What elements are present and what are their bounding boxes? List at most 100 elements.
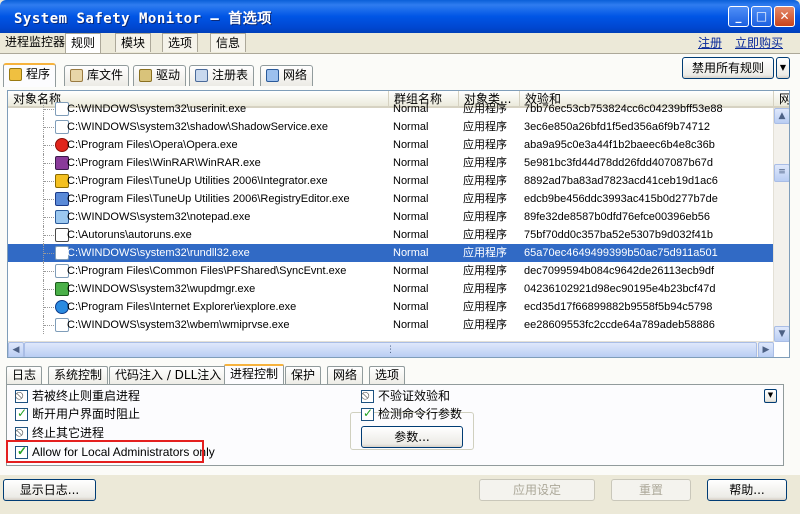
row-group: Normal — [393, 229, 429, 241]
column-network[interactable]: 网 — [774, 91, 789, 108]
tab-process-control[interactable]: 进程控制 — [224, 364, 285, 386]
tree-branch — [44, 271, 54, 272]
show-log-button[interactable]: 显示日志... — [3, 479, 96, 501]
table-row[interactable]: C:\WINDOWS\system32\notepad.exe Normal 应用程… — [8, 208, 774, 226]
tree-branch — [44, 253, 54, 254]
network-icon — [266, 69, 279, 82]
row-path: C:\WINDOWS\system32\rundll32.exe — [67, 247, 250, 259]
table-row[interactable]: C:\Program Files\Common Files\PFShared\S… — [8, 262, 774, 280]
tree-branch — [44, 181, 54, 182]
tab-code-injection[interactable]: 代码注入 / DLL注入 — [109, 366, 228, 385]
row-path: C:\Program Files\Internet Explorer\iexpl… — [67, 301, 297, 313]
row-group: Normal — [393, 121, 429, 133]
horizontal-scrollbar[interactable]: ◀ ⋮ ▶ — [8, 341, 774, 357]
checked-checkbox[interactable] — [361, 406, 374, 421]
tree-branch — [44, 325, 54, 326]
tab-rules[interactable]: 规则 — [65, 33, 102, 54]
row-path: C:\WINDOWS\system32\userinit.exe — [67, 103, 247, 115]
reset-button[interactable]: 重置 — [611, 479, 691, 501]
row-group: Normal — [393, 283, 429, 295]
table-row[interactable]: C:\Autoruns\autoruns.exe Normal 应用程序 75bf70… — [8, 226, 774, 244]
program-icon — [9, 68, 22, 81]
row-path: C:\WINDOWS\system32\wupdmgr.exe — [67, 283, 256, 295]
rules-list[interactable]: 对象名称 群组名称 对象类... 效验和 网 C:\WINDOWS\system… — [7, 90, 790, 358]
subtab-drivers[interactable]: 驱动 — [133, 65, 187, 86]
subtab-network[interactable]: 网络 — [260, 65, 314, 86]
buy-now-link[interactable]: 立即购买 — [735, 34, 783, 51]
scroll-thumb[interactable]: ≡ — [774, 164, 789, 182]
tab-log[interactable]: 日志 — [6, 366, 43, 385]
tree-branch — [44, 235, 54, 236]
tab-system-control[interactable]: 系统控制 — [48, 366, 109, 385]
tab-options[interactable]: 选项 — [162, 33, 199, 52]
option-label: 若被终止则重启进程 — [32, 389, 141, 403]
tree-branch — [44, 127, 54, 128]
scroll-left-button[interactable]: ◀ — [8, 342, 24, 357]
vertical-scrollbar[interactable]: ▲ ≡ ▼ — [773, 108, 789, 342]
scroll-down-button[interactable]: ▼ — [774, 326, 789, 342]
subtab-programs[interactable]: 程序 — [3, 63, 57, 87]
table-row[interactable]: C:\WINDOWS\system32\wbem\wmiprvse.exe Nor… — [8, 316, 774, 334]
option-label: 断开用户界面时阻止 — [32, 407, 141, 421]
scroll-right-button[interactable]: ▶ — [758, 342, 774, 357]
tree-branch — [44, 289, 54, 290]
parameters-button[interactable]: 参数... — [361, 426, 463, 448]
disable-all-rules-button[interactable]: 禁用所有规则 — [682, 57, 774, 79]
table-row[interactable]: C:\Program Files\Opera\Opera.exe Normal 应用… — [8, 136, 774, 154]
table-row[interactable]: C:\Program Files\TuneUp Utilities 2006\R… — [8, 190, 774, 208]
panel-dropdown-button[interactable]: ▼ — [764, 389, 777, 403]
tab-network[interactable]: 网络 — [327, 366, 364, 385]
row-path: C:\Autoruns\autoruns.exe — [67, 229, 192, 241]
tab-info[interactable]: 信息 — [210, 33, 247, 52]
row-type: 应用程序 — [463, 318, 507, 331]
row-type: 应用程序 — [463, 120, 507, 133]
tree-branch — [44, 217, 54, 218]
hscroll-thumb[interactable]: ⋮ — [24, 342, 757, 357]
row-type: 应用程序 — [463, 102, 507, 115]
indeterminate-checkbox[interactable] — [15, 425, 28, 440]
row-type: 应用程序 — [463, 156, 507, 169]
scroll-up-button[interactable]: ▲ — [774, 108, 789, 124]
tab-protection[interactable]: 保护 — [285, 366, 322, 385]
row-type: 应用程序 — [463, 192, 507, 205]
tree-branch — [44, 307, 54, 308]
table-row[interactable]: C:\WINDOWS\system32\rundll32.exe Normal 应用… — [8, 244, 774, 262]
option-no-checksum[interactable]: 不验证效验和 — [361, 388, 450, 405]
tab-modules[interactable]: 模块 — [115, 33, 152, 52]
table-row[interactable]: C:\WINDOWS\system32\userinit.exe Normal 应用… — [8, 100, 774, 118]
table-row[interactable]: C:\WINDOWS\system32\shadow\ShadowService… — [8, 118, 774, 136]
registry-icon — [195, 69, 208, 82]
table-row[interactable]: C:\WINDOWS\system32\wupdmgr.exe Normal 应用程… — [8, 280, 774, 298]
subtab-libraries[interactable]: 库文件 — [64, 65, 130, 86]
indeterminate-checkbox[interactable] — [361, 388, 374, 403]
row-group: Normal — [393, 175, 429, 187]
row-type: 应用程序 — [463, 174, 507, 187]
row-type: 应用程序 — [463, 210, 507, 223]
checked-checkbox[interactable] — [15, 406, 28, 421]
indeterminate-checkbox[interactable] — [15, 388, 28, 403]
tab-process-monitor[interactable]: 进程监控器 — [0, 33, 70, 52]
table-row[interactable]: C:\Program Files\TuneUp Utilities 2006\I… — [8, 172, 774, 190]
row-checksum: 3ec6e850a26bfd1f5ed356a6f9b74712 — [524, 121, 710, 133]
tree-branch — [44, 109, 54, 110]
minimize-button[interactable]: _ — [728, 6, 749, 27]
dropdown-arrow-button[interactable]: ▼ — [776, 57, 790, 79]
register-link[interactable]: 注册 — [698, 34, 722, 51]
subtab-registry[interactable]: 注册表 — [189, 65, 255, 86]
table-row[interactable]: C:\Program Files\WinRAR\WinRAR.exe Normal… — [8, 154, 774, 172]
table-row[interactable]: C:\Program Files\Internet Explorer\iexpl… — [8, 298, 774, 316]
tab-lower-options[interactable]: 选项 — [369, 366, 406, 385]
help-button[interactable]: 帮助... — [707, 479, 787, 501]
row-group: Normal — [393, 247, 429, 259]
option-restart-if-terminated[interactable]: 若被终止则重启进程 — [15, 388, 141, 405]
close-button[interactable]: ✕ — [774, 6, 795, 27]
option-check-cmdline[interactable]: 检测命令行参数 — [361, 406, 462, 423]
option-block-on-ui-disconnect[interactable]: 断开用户界面时阻止 — [15, 406, 141, 423]
row-checksum: 75bf70dd0c357ba52e5307b9d032f41b — [524, 229, 714, 241]
maximize-button[interactable]: □ — [751, 6, 772, 27]
row-path: C:\Program Files\TuneUp Utilities 2006\I… — [67, 175, 328, 187]
row-type: 应用程序 — [463, 264, 507, 277]
row-path: C:\Program Files\Common Files\PFShared\S… — [67, 265, 347, 277]
tree-branch — [44, 145, 54, 146]
apply-settings-button[interactable]: 应用设定 — [479, 479, 595, 501]
